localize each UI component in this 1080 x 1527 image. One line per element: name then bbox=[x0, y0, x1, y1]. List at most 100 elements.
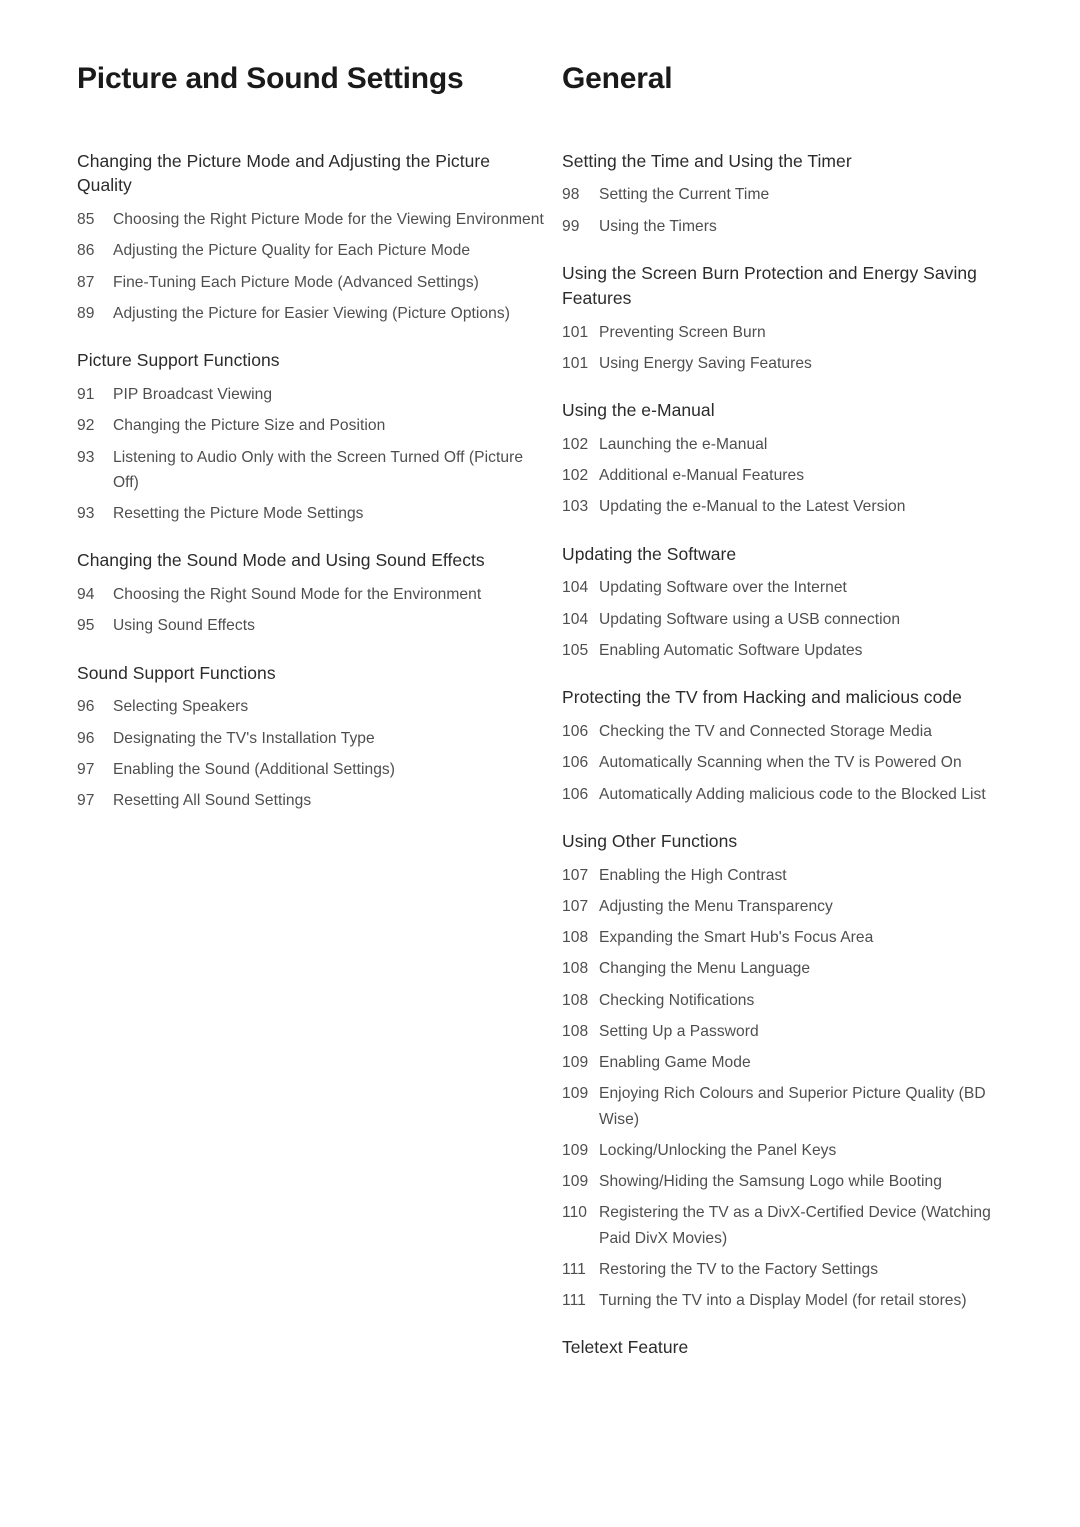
toc-entry[interactable]: 102 Launching the e-Manual bbox=[562, 432, 1017, 457]
toc-entry[interactable]: 111 Turning the TV into a Display Model … bbox=[562, 1288, 1017, 1313]
toc-entry[interactable]: 111 Restoring the TV to the Factory Sett… bbox=[562, 1257, 1017, 1282]
entry-page-number: 106 bbox=[562, 785, 589, 803]
entry-page-number: 107 bbox=[562, 897, 589, 915]
entry-page-number: 102 bbox=[562, 467, 589, 485]
entry-page-number: 91 bbox=[77, 386, 95, 404]
toc-entry[interactable]: 93 Listening to Audio Only with the Scre… bbox=[77, 445, 547, 496]
entry-page-number: 102 bbox=[562, 435, 589, 453]
toc-entry-list: 98 Setting the Current Time 99 Using the… bbox=[562, 182, 1017, 239]
toc-section: Picture Support Functions 91 PIP Broadca… bbox=[77, 348, 547, 526]
entry-page-number: 99 bbox=[562, 217, 580, 235]
entry-page-number: 93 bbox=[77, 448, 95, 466]
toc-entry[interactable]: 109 Enjoying Rich Colours and Superior P… bbox=[562, 1081, 1017, 1132]
toc-entry[interactable]: 101 Preventing Screen Burn bbox=[562, 320, 1017, 345]
entry-page-number: 98 bbox=[562, 186, 580, 204]
entry-page-number: 93 bbox=[77, 505, 95, 523]
toc-entry[interactable]: 106 Automatically Adding malicious code … bbox=[562, 782, 1017, 807]
entry-title: Preventing Screen Burn bbox=[599, 323, 766, 341]
toc-section: Teletext Feature bbox=[562, 1335, 1017, 1360]
toc-entry-list: 85 Choosing the Right Picture Mode for t… bbox=[77, 207, 547, 326]
toc-section: Changing the Picture Mode and Adjusting … bbox=[77, 149, 547, 327]
toc-entry[interactable]: 97 Resetting All Sound Settings bbox=[77, 788, 547, 813]
section-heading: Changing the Sound Mode and Using Sound … bbox=[77, 550, 485, 571]
toc-entry[interactable]: 109 Locking/Unlocking the Panel Keys bbox=[562, 1138, 1017, 1163]
entry-page-number: 109 bbox=[562, 1173, 589, 1191]
toc-entry[interactable]: 98 Setting the Current Time bbox=[562, 182, 1017, 207]
toc-entry[interactable]: 99 Using the Timers bbox=[562, 214, 1017, 239]
entry-title: Using the Timers bbox=[599, 217, 717, 235]
entry-title: Additional e-Manual Features bbox=[599, 467, 805, 485]
entry-title: Restoring the TV to the Factory Settings bbox=[599, 1260, 879, 1278]
entry-page-number: 109 bbox=[562, 1085, 589, 1103]
toc-entry[interactable]: 106 Checking the TV and Connected Storag… bbox=[562, 719, 1017, 744]
entry-page-number: 101 bbox=[562, 354, 589, 372]
toc-entry[interactable]: 96 Designating the TV's Installation Typ… bbox=[77, 726, 547, 751]
toc-entry-list: 101 Preventing Screen Burn 101 Using Ene… bbox=[562, 320, 1017, 377]
entry-title: Adjusting the Picture for Easier Viewing… bbox=[113, 304, 510, 322]
toc-columns: Picture and Sound Settings Changing the … bbox=[77, 62, 1003, 1369]
toc-entry[interactable]: 110 Registering the TV as a DivX-Certifi… bbox=[562, 1200, 1017, 1251]
section-heading: Teletext Feature bbox=[562, 1337, 689, 1358]
toc-entry[interactable]: 104 Updating Software using a USB connec… bbox=[562, 607, 1017, 632]
toc-entry[interactable]: 92 Changing the Picture Size and Positio… bbox=[77, 413, 547, 438]
toc-entry[interactable]: 109 Showing/Hiding the Samsung Logo whil… bbox=[562, 1169, 1017, 1194]
toc-entry[interactable]: 108 Changing the Menu Language bbox=[562, 956, 1017, 981]
toc-entry[interactable]: 85 Choosing the Right Picture Mode for t… bbox=[77, 207, 547, 232]
entry-page-number: 104 bbox=[562, 610, 589, 628]
section-heading: Using Other Functions bbox=[562, 830, 738, 851]
toc-entry[interactable]: 108 Checking Notifications bbox=[562, 988, 1017, 1013]
toc-entry[interactable]: 96 Selecting Speakers bbox=[77, 694, 547, 719]
toc-entry[interactable]: 106 Automatically Scanning when the TV i… bbox=[562, 750, 1017, 775]
entry-title: Automatically Scanning when the TV is Po… bbox=[599, 754, 962, 772]
toc-entry[interactable]: 107 Enabling the High Contrast bbox=[562, 863, 1017, 888]
toc-section: Using the e-Manual 102 Launching the e-M… bbox=[562, 398, 1017, 520]
toc-entry[interactable]: 101 Using Energy Saving Features bbox=[562, 351, 1017, 376]
toc-section: Changing the Sound Mode and Using Sound … bbox=[77, 548, 547, 638]
entry-page-number: 97 bbox=[77, 792, 95, 810]
entry-title: Updating Software over the Internet bbox=[599, 579, 847, 597]
toc-entry[interactable]: 95 Using Sound Effects bbox=[77, 613, 547, 638]
toc-entry[interactable]: 93 Resetting the Picture Mode Settings bbox=[77, 501, 547, 526]
toc-entry[interactable]: 89 Adjusting the Picture for Easier View… bbox=[77, 301, 547, 326]
toc-entry[interactable]: 107 Adjusting the Menu Transparency bbox=[562, 894, 1017, 919]
entry-page-number: 87 bbox=[77, 273, 95, 291]
entry-page-number: 109 bbox=[562, 1141, 589, 1159]
toc-entry[interactable]: 86 Adjusting the Picture Quality for Eac… bbox=[77, 238, 547, 263]
toc-entry[interactable]: 104 Updating Software over the Internet bbox=[562, 575, 1017, 600]
toc-entry[interactable]: 109 Enabling Game Mode bbox=[562, 1050, 1017, 1075]
entry-title: Showing/Hiding the Samsung Logo while Bo… bbox=[599, 1173, 942, 1191]
toc-entry-list: 96 Selecting Speakers 96 Designating the… bbox=[77, 694, 547, 813]
entry-page-number: 108 bbox=[562, 991, 589, 1009]
entry-title: Setting the Current Time bbox=[599, 186, 770, 204]
entry-page-number: 97 bbox=[77, 760, 95, 778]
toc-entry[interactable]: 103 Updating the e-Manual to the Latest … bbox=[562, 494, 1017, 519]
entry-title: Selecting Speakers bbox=[113, 698, 249, 716]
entry-page-number: 105 bbox=[562, 641, 589, 659]
toc-column-right: General Setting the Time and Using the T… bbox=[547, 62, 1017, 1369]
entry-page-number: 85 bbox=[77, 211, 95, 229]
entry-title: Designating the TV's Installation Type bbox=[113, 729, 375, 747]
toc-entry[interactable]: 87 Fine-Tuning Each Picture Mode (Advanc… bbox=[77, 270, 547, 295]
toc-entry[interactable]: 108 Expanding the Smart Hub's Focus Area bbox=[562, 925, 1017, 950]
toc-column-left: Picture and Sound Settings Changing the … bbox=[77, 62, 547, 819]
entry-page-number: 109 bbox=[562, 1054, 589, 1072]
entry-page-number: 108 bbox=[562, 960, 589, 978]
entry-page-number: 111 bbox=[562, 1292, 586, 1310]
toc-entry[interactable]: 97 Enabling the Sound (Additional Settin… bbox=[77, 757, 547, 782]
toc-entry[interactable]: 91 PIP Broadcast Viewing bbox=[77, 382, 547, 407]
entry-title: Changing the Picture Size and Position bbox=[113, 417, 386, 435]
entry-page-number: 108 bbox=[562, 929, 589, 947]
toc-entry-list: 91 PIP Broadcast Viewing 92 Changing the… bbox=[77, 382, 547, 526]
toc-entry[interactable]: 105 Enabling Automatic Software Updates bbox=[562, 638, 1017, 663]
toc-entry[interactable]: 94 Choosing the Right Sound Mode for the… bbox=[77, 582, 547, 607]
entry-title: Enjoying Rich Colours and Superior Pictu… bbox=[599, 1085, 986, 1128]
entry-title: Using Sound Effects bbox=[113, 617, 255, 635]
toc-entry[interactable]: 102 Additional e-Manual Features bbox=[562, 463, 1017, 488]
toc-section: Using the Screen Burn Protection and Ene… bbox=[562, 261, 1017, 376]
entry-title: Changing the Menu Language bbox=[599, 960, 811, 978]
toc-section: Protecting the TV from Hacking and malic… bbox=[562, 685, 1017, 807]
entry-title: Registering the TV as a DivX-Certified D… bbox=[599, 1204, 991, 1247]
toc-page: Picture and Sound Settings Changing the … bbox=[0, 0, 1080, 1527]
entry-page-number: 108 bbox=[562, 1022, 589, 1040]
toc-entry[interactable]: 108 Setting Up a Password bbox=[562, 1019, 1017, 1044]
